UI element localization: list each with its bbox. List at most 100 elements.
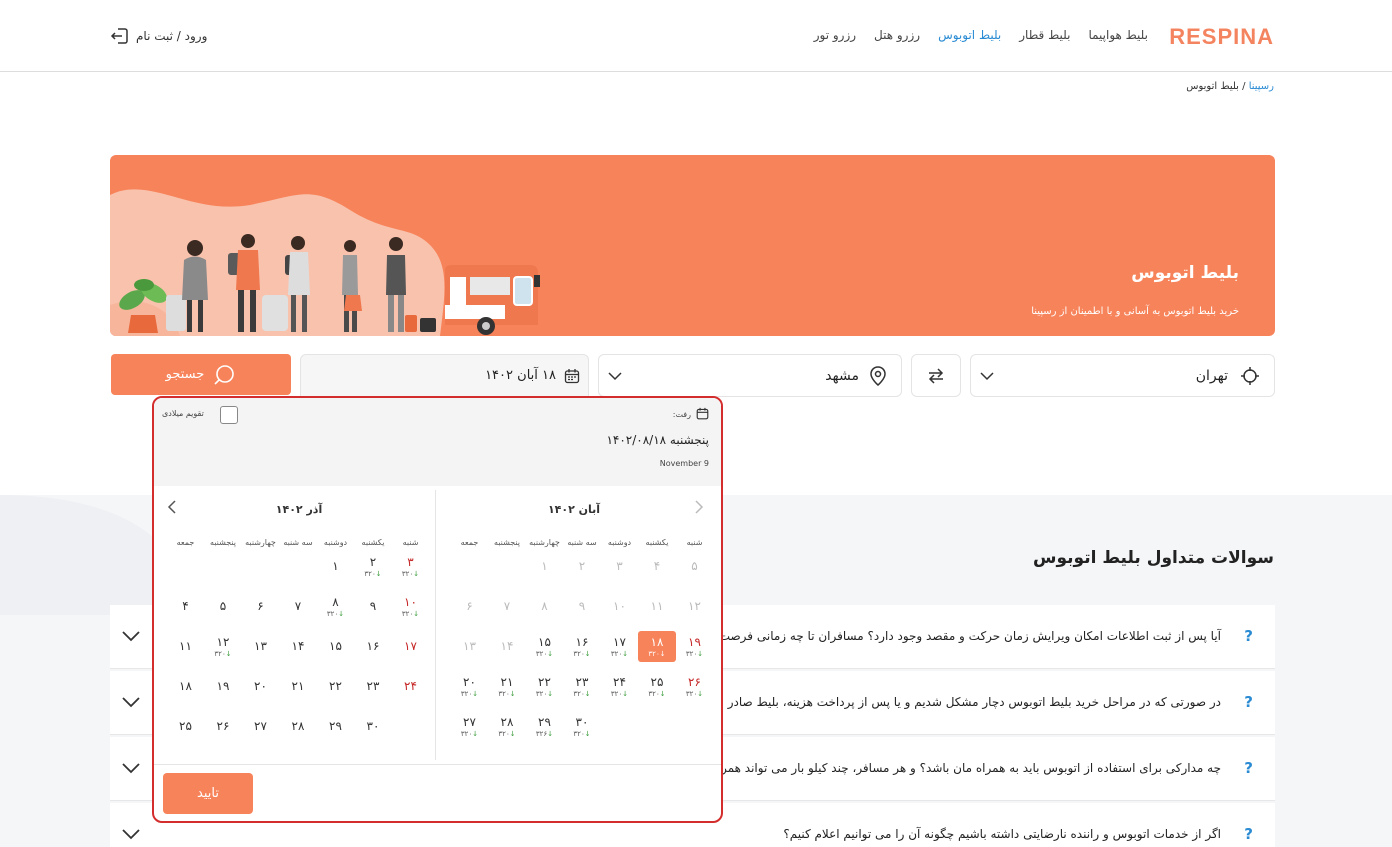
day-cell[interactable]: ۳۰ ۳۲۰↓ — [563, 714, 601, 739]
day-number: ۱۱ — [650, 599, 664, 613]
day-cell[interactable]: ۱۶ ۳۲۰↓ — [563, 634, 601, 659]
gregorian-date: November 9 — [659, 459, 709, 468]
weekday-label: پنجشنبه — [209, 538, 237, 547]
month-title-azar: آذر ۱۴۰۲ — [275, 503, 323, 516]
day-number: ۱۴ — [500, 639, 514, 653]
next-month-arrow-icon[interactable] — [167, 500, 177, 514]
day-cell[interactable]: ۱۹ ۳۲۰↓ — [676, 634, 714, 659]
day-number: ۲۵ — [179, 719, 192, 733]
day-number: ۳ — [407, 555, 414, 569]
day-number: ۱۹ — [688, 635, 701, 649]
day-cell[interactable]: ۲۳ ۳۲۰↓ — [563, 674, 601, 699]
day-cell[interactable]: ۲۳ — [354, 678, 392, 694]
day-cell[interactable]: ۲۱ — [279, 678, 317, 694]
day-cell[interactable]: ۲۵ ۳۲۰↓ — [638, 674, 676, 699]
day-cell: ۹ — [563, 598, 601, 614]
price-down-arrow-icon: ↓ — [413, 570, 420, 578]
day-number: ۲۴ — [613, 675, 626, 689]
selected-day-cell[interactable]: ۱۸ ۳۲۰↓ — [638, 631, 676, 662]
day-price: ۳۲۰↓ — [573, 730, 591, 738]
day-cell[interactable]: ۱ — [317, 558, 355, 574]
weekday-label: یکشنبه — [645, 538, 669, 547]
origin-field[interactable]: تهران — [970, 354, 1275, 397]
day-cell[interactable]: ۱۷ ۳۲۰↓ — [601, 634, 639, 659]
weekday-label: شنبه — [402, 538, 419, 547]
day-cell[interactable]: ۸ ۳۲۰↓ — [317, 594, 355, 619]
day-cell[interactable]: ۱۷ — [392, 638, 430, 654]
nav-flight[interactable]: بلیط هواپیما — [1088, 28, 1148, 42]
day-number: ۱۶ — [575, 635, 589, 649]
day-cell[interactable]: ۱۵ — [317, 638, 355, 654]
breadcrumb-home[interactable]: رسپینا — [1249, 81, 1274, 92]
day-cell[interactable]: ۲ ۳۲۰↓ — [354, 554, 392, 579]
day-cell[interactable]: ۲۲ — [317, 678, 355, 694]
day-number: ۱۸ — [650, 635, 664, 649]
day-cell[interactable]: ۶ — [242, 598, 280, 614]
price-down-arrow-icon: ↓ — [697, 650, 704, 658]
day-price: ۳۲۰↓ — [364, 570, 382, 578]
nav-hotel[interactable]: رزرو هتل — [874, 28, 920, 42]
login-button[interactable]: ورود / ثبت نام — [110, 26, 207, 46]
day-cell: ۴ — [638, 558, 676, 574]
day-cell[interactable]: ۱۰ ۳۲۰↓ — [392, 594, 430, 619]
day-cell[interactable]: ۲۱ ۳۲۰↓ — [488, 674, 526, 699]
day-cell[interactable]: ۲۹ — [317, 718, 355, 734]
day-number: ۳۰ — [575, 715, 589, 729]
day-cell[interactable]: ۲۸ — [279, 718, 317, 734]
day-cell[interactable]: ۲۵ — [167, 718, 205, 734]
day-cell[interactable]: ۲۴ — [392, 678, 430, 694]
chevron-down-icon — [608, 372, 622, 381]
day-number: ۲ — [578, 559, 586, 573]
respina-logo[interactable]: RESPINA — [1169, 24, 1274, 50]
day-cell: ۲ — [563, 558, 601, 574]
day-price: ۳۲۰↓ — [535, 650, 554, 658]
day-cell[interactable]: ۱۱ — [167, 638, 205, 654]
day-cell[interactable]: ۲۰ — [242, 678, 280, 694]
day-cell[interactable]: ۳۰ — [354, 718, 392, 734]
confirm-button[interactable]: تایید — [163, 773, 253, 814]
day-cell[interactable]: ۲۸ ۳۲۰↓ — [488, 714, 526, 739]
day-cell[interactable]: ۲۰ ۳۲۰↓ — [451, 674, 489, 699]
banner-subtitle: خرید بلیط اتوبوس به آسانی و با اطمینان ا… — [1031, 306, 1239, 317]
day-number: ۱۳ — [463, 639, 476, 653]
day-cell[interactable]: ۵ — [204, 598, 242, 614]
day-cell[interactable]: ۹ — [354, 598, 392, 614]
day-number: ۱ — [541, 559, 548, 573]
day-cell[interactable]: ۳ ۳۲۰↓ — [392, 554, 430, 579]
day-cell[interactable]: ۲۶ ۳۲۰↓ — [676, 674, 714, 699]
price-down-arrow-icon: ↓ — [225, 650, 232, 658]
day-number: ۲۳ — [366, 679, 380, 693]
day-cell[interactable]: ۲۷ — [242, 718, 280, 734]
day-cell[interactable]: ۲۹ ۳۲۶↓ — [526, 714, 564, 739]
day-cell[interactable]: ۱۳ — [242, 638, 280, 654]
date-field[interactable]: ۱۸ آبان ۱۴۰۲ — [300, 354, 589, 397]
day-cell[interactable]: ۱۸ — [167, 678, 205, 694]
day-cell[interactable]: ۲۷ ۳۲۰↓ — [451, 714, 489, 739]
day-number: ۲۱ — [500, 675, 514, 689]
day-cell[interactable]: ۲۴ ۳۲۰↓ — [601, 674, 639, 699]
destination-field[interactable]: مشهد — [598, 354, 902, 397]
day-number: ۲۶ — [216, 719, 230, 733]
price-down-arrow-icon: ↓ — [622, 650, 629, 658]
weekday-label: دوشنبه — [607, 538, 632, 547]
gregorian-checkbox[interactable] — [220, 406, 238, 424]
day-cell[interactable]: ۴ — [167, 598, 205, 614]
day-cell[interactable]: ۲۲ ۳۲۰↓ — [526, 674, 564, 699]
day-cell[interactable]: ۱۶ — [354, 638, 392, 654]
nav-tour[interactable]: رزرو تور — [814, 28, 856, 42]
swap-button[interactable] — [911, 354, 961, 397]
prev-month-arrow-icon[interactable] — [694, 500, 704, 514]
day-cell[interactable]: ۷ — [279, 598, 317, 614]
search-button[interactable]: جستجو — [111, 354, 291, 395]
day-number: ۲۸ — [291, 719, 305, 733]
day-price: ۳۲۰↓ — [610, 690, 629, 698]
day-cell[interactable]: ۱۵ ۳۲۰↓ — [526, 634, 564, 659]
nav-train[interactable]: بلیط قطار — [1019, 28, 1070, 42]
confirm-label: تایید — [197, 786, 219, 801]
day-price: ۳۲۰↓ — [648, 690, 666, 698]
day-cell[interactable]: ۲۶ — [204, 718, 242, 734]
nav-bus[interactable]: بلیط اتوبوس — [938, 28, 1001, 42]
day-cell[interactable]: ۱۹ — [204, 678, 242, 694]
day-cell[interactable]: ۱۲ ۳۲۰↓ — [204, 634, 242, 659]
day-cell[interactable]: ۱۴ — [279, 638, 317, 654]
